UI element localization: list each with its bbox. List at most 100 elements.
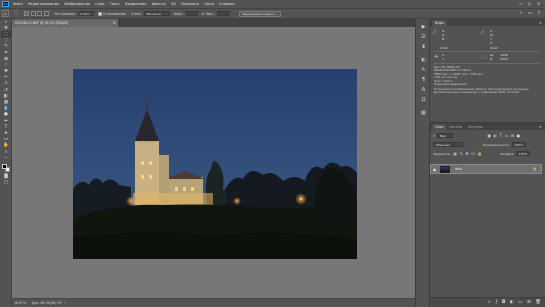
adjustments-icon[interactable]: ◐ <box>416 55 431 65</box>
new-selection-icon[interactable] <box>24 11 29 16</box>
foreground-color-swatch[interactable] <box>2 164 7 170</box>
close-tab-icon[interactable]: × <box>113 19 116 27</box>
menu-type[interactable]: Текст <box>110 2 121 6</box>
window-controls: — ☐ ✕ <box>516 1 543 7</box>
smoothing-label: Сглаживание <box>103 11 126 16</box>
height-input[interactable] <box>216 11 229 16</box>
lock-fill-row: Закрепить: ▦ ✎ ✥ ⊡ 🔒 Заливка: 100% <box>433 151 531 156</box>
minimize-button[interactable]: — <box>516 1 525 7</box>
info-panel: ⁄ R: G: B: ⁄ C: M: Y: K: 8-бит 8-бит ✛ X… <box>430 26 545 122</box>
paragraph-icon[interactable]: ¶ <box>416 75 431 85</box>
info-doc-lines: Док: 68,7M/68,7M sRGB IEC61966-2.1 (8bpc… <box>434 65 483 86</box>
character-icon[interactable]: A <box>416 85 431 95</box>
menu-file[interactable]: Файл <box>13 2 23 6</box>
fill-input[interactable]: 100% <box>516 151 531 156</box>
menu-edit[interactable]: Редактирование <box>28 2 59 6</box>
select-and-mask-button[interactable]: Выделение и маска... <box>238 10 281 17</box>
new-group-icon[interactable]: ▭ <box>518 300 522 305</box>
menu-layers[interactable]: Слои <box>95 2 104 6</box>
maximize-button[interactable]: ☐ <box>525 1 534 7</box>
zoom-level[interactable]: 16,67% <box>14 301 32 305</box>
brush-settings-icon[interactable]: ✎ <box>416 65 431 75</box>
delete-layer-icon[interactable]: 🗑 <box>535 300 541 305</box>
feather-input[interactable]: 0 пикс. <box>77 11 94 16</box>
width-input[interactable] <box>185 11 198 16</box>
workspace-icon[interactable]: ▭ <box>527 11 533 17</box>
document-tab[interactable]: DSC08121.NEF @ 16,7% (RGB/8) × <box>12 19 118 27</box>
home-icon[interactable]: ⌂ <box>2 10 9 17</box>
share-icon[interactable]: ⇪ <box>536 11 542 17</box>
new-layer-icon[interactable]: ⊞ <box>527 300 531 305</box>
lock-pixels-icon[interactable]: ▦ <box>453 151 457 156</box>
actions-icon[interactable]: ▶ <box>416 22 431 32</box>
swatches-icon[interactable]: ▦ <box>416 108 431 118</box>
glyphs-icon[interactable]: Ω <box>416 95 431 105</box>
tab-channels[interactable]: Каналы <box>446 124 465 130</box>
layer-thumbnail <box>440 165 450 173</box>
link-layers-icon[interactable]: ∞ <box>487 300 491 305</box>
lock-position-icon[interactable]: ✥ <box>465 151 468 156</box>
layers-filter-row: ⌕ Вид ▣ ◐ T ▭ ⊞ ● <box>433 133 520 138</box>
opacity-input[interactable]: 100% <box>511 142 526 147</box>
rectangular-marquee-icon[interactable]: ⬚ <box>12 10 20 17</box>
layers-panel: Слои Каналы Контуры ≡ ⌕ Вид ▣ ◐ T ▭ ⊞ ● … <box>430 122 545 307</box>
menu-help[interactable]: Справка <box>219 2 235 6</box>
filter-smart-object-icon[interactable]: ⊞ <box>511 133 514 138</box>
panel-icon-strip: ▶ ☰ ⧗ ◐ ✎ ¶ A Ω ▦ <box>415 19 430 307</box>
height-label: Выс.: <box>206 11 215 16</box>
subtract-from-selection-icon[interactable] <box>37 11 42 16</box>
layers-panel-menu-icon[interactable]: ≡ <box>539 124 542 130</box>
visibility-eye-icon[interactable]: ◉ <box>431 167 438 172</box>
add-to-selection-icon[interactable] <box>30 11 36 16</box>
layer-row-background[interactable]: ◉ Фон 🔒 <box>430 164 542 174</box>
status-menu-arrow-icon[interactable]: › <box>64 301 65 305</box>
adjustment-layer-icon[interactable]: ◐ <box>510 300 514 305</box>
tab-layers[interactable]: Слои <box>432 124 447 130</box>
screen-mode-icon[interactable]: ▢ <box>1 180 11 186</box>
filter-pixel-icon[interactable]: ▣ <box>487 133 491 138</box>
lock-all-icon[interactable]: 🔒 <box>477 151 482 156</box>
info-y-coord: Y: <box>442 57 445 61</box>
filter-shape-icon[interactable]: ▭ <box>504 133 508 138</box>
color-swatches[interactable] <box>1 163 11 173</box>
properties-icon[interactable]: ☰ <box>416 32 431 42</box>
search-icon[interactable]: ⌕ <box>518 11 524 17</box>
lock-paint-icon[interactable]: ✎ <box>460 151 463 156</box>
info-divider-1 <box>434 51 540 52</box>
add-mask-icon[interactable]: ◘ <box>502 300 506 305</box>
info-k: K: <box>490 41 493 45</box>
menu-filter[interactable]: Фильтр <box>152 2 166 6</box>
menu-select[interactable]: Выделение <box>125 2 146 6</box>
tab-strip <box>118 19 415 27</box>
blend-mode-select[interactable]: Обычные <box>433 142 463 147</box>
swap-icon[interactable]: ⇄ <box>202 12 205 16</box>
lock-artboard-icon[interactable]: ⊡ <box>471 151 474 156</box>
intersect-selection-icon[interactable] <box>43 11 49 16</box>
layer-style-icon[interactable]: ƒ <box>496 300 498 305</box>
close-button[interactable]: ✕ <box>534 1 543 7</box>
menu-3d[interactable]: 3D <box>171 2 176 6</box>
canvas-area[interactable] <box>12 27 415 298</box>
style-select[interactable]: Обычный <box>144 11 171 16</box>
tab-paths[interactable]: Контуры <box>465 124 486 130</box>
filter-type-icon[interactable]: T <box>500 133 502 138</box>
layer-name[interactable]: Фон <box>455 167 462 171</box>
smoothing-checkbox[interactable] <box>97 11 102 16</box>
eyedropper-cmyk-icon: ⁄ <box>482 30 483 36</box>
blend-opacity-row: Обычные Непрозрачность: 100% <box>433 142 526 147</box>
layer-filter-select[interactable]: Вид <box>437 133 454 138</box>
opacity-label: Непрозрачность: <box>483 142 510 147</box>
edit-toolbar-icon[interactable]: ⋯ <box>1 155 11 161</box>
menu-view[interactable]: Просмотр <box>181 2 199 6</box>
filter-adjustment-icon[interactable]: ◐ <box>494 133 498 138</box>
photo-castle-at-dusk[interactable] <box>73 69 357 259</box>
menu-window[interactable]: Окно <box>204 2 214 6</box>
layer-lock-icon[interactable]: 🔒 <box>533 167 537 171</box>
menu-image[interactable]: Изображение <box>64 2 90 6</box>
info-bit-left: 8-бит <box>440 46 449 50</box>
info-bit-right: 8-бит <box>490 46 499 50</box>
info-divider-2 <box>434 63 540 64</box>
selection-size-icon: ⬚ <box>482 54 487 60</box>
filter-toggle-icon[interactable]: ● <box>517 133 521 138</box>
history-icon[interactable]: ⧗ <box>416 42 431 52</box>
